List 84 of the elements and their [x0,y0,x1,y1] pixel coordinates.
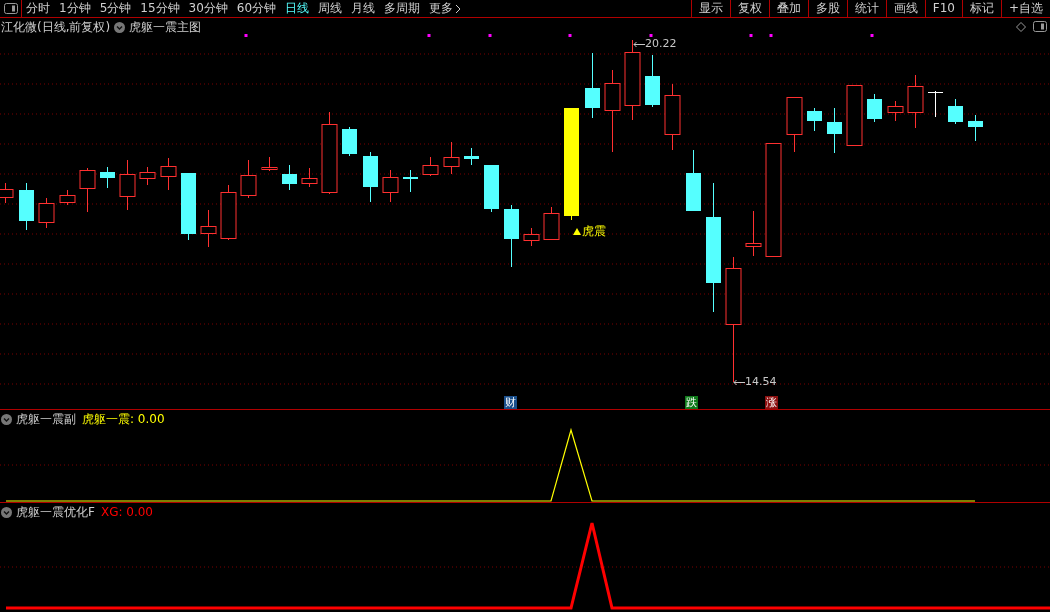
event-tag: 涨 [765,396,778,409]
toolbar-button[interactable]: 复权 [729,0,769,17]
candlestick [867,93,882,123]
candlestick [745,210,762,257]
candlestick [422,156,439,177]
candlestick [907,74,924,129]
period-tab[interactable]: 多周期 [384,0,421,17]
toolbar-button[interactable]: +自选 [1000,0,1050,17]
panel-toggle-icon[interactable] [1033,21,1047,32]
candlestick [585,52,600,119]
candlestick [504,204,519,268]
collapse-icon[interactable] [1,413,12,425]
collapse-icon[interactable] [1,506,12,518]
candlestick [523,227,540,247]
indicator-name: 虎躯一震副 [16,411,76,428]
candlestick [240,159,257,199]
candlestick [645,54,660,108]
period-tab[interactable]: 月线 [351,0,376,17]
candlestick [59,189,76,206]
candlestick [0,182,14,204]
toolbar-button[interactable]: 多股 [807,0,847,17]
period-tab[interactable]: 日线 [285,0,310,17]
toolbar-button[interactable]: 统计 [846,0,886,17]
candlestick [200,209,217,248]
indicator-value: 虎躯一震: 0.00 [82,411,165,428]
period-tab[interactable]: 5分钟 [99,0,132,17]
period-tab[interactable]: 30分钟 [188,0,228,17]
toolbar-button[interactable]: 画线 [885,0,925,17]
candlestick [19,182,34,231]
candlestick [139,166,156,186]
period-tab[interactable]: 60分钟 [236,0,277,17]
arrow-left-icon [633,40,645,48]
candlestick [403,169,418,193]
candlestick [686,149,701,212]
candlestick [282,164,297,191]
candlestick [160,157,177,191]
chevron-right-icon [455,3,462,14]
price-label: 20.22 [645,38,677,50]
period-tab[interactable]: 15分钟 [140,0,180,17]
more-menu[interactable]: 更多 [429,0,454,17]
candlestick [181,172,196,241]
candlestick [220,184,237,241]
signal-label: 虎震 [582,224,606,238]
candlestick [38,197,55,229]
candlestick [543,206,560,241]
candlestick [827,107,842,154]
toolbar-button[interactable]: 叠加 [768,0,808,17]
panel-toggle-icon[interactable] [3,3,18,14]
candlestick [664,83,681,151]
indicator-value: XG: 0.00 [100,504,153,521]
toolbar-button[interactable]: 标记 [961,0,1001,17]
candlestick [443,141,460,175]
price-label: 14.54 [745,376,777,388]
candlestick [261,156,278,172]
indicator-name: 虎躯一震主图 [129,19,202,36]
triangle-up-icon [573,227,581,235]
candlestick [342,126,357,157]
candlestick [807,107,822,132]
candlestick [786,96,803,153]
diamond-icon[interactable] [1016,21,1026,32]
candlestick [968,114,983,142]
toolbar-button[interactable]: F10 [924,0,962,17]
event-tag: 跌 [685,396,698,409]
candlestick [464,147,479,166]
arrow-left-icon [733,378,745,386]
period-tab[interactable]: 1分钟 [59,0,91,17]
candlestick [927,90,944,118]
candlestick [948,98,963,125]
period-tab[interactable]: 周线 [318,0,343,17]
candlestick [382,169,399,203]
security-title: 江化微(日线,前复权) [1,19,111,36]
toolbar-button[interactable]: 显示 [690,0,730,17]
period-tab[interactable]: 分时 [26,0,50,17]
candlestick [301,167,318,188]
candlestick [100,166,115,189]
event-tag: 财 [504,396,517,409]
collapse-icon[interactable] [114,21,126,33]
indicator-name: 虎躯一震优化F [16,504,95,521]
candlestick [119,159,136,211]
candlestick [484,164,499,213]
candlestick [846,84,863,147]
candlestick [887,100,904,122]
candlestick [363,151,378,203]
candlestick [79,167,96,213]
